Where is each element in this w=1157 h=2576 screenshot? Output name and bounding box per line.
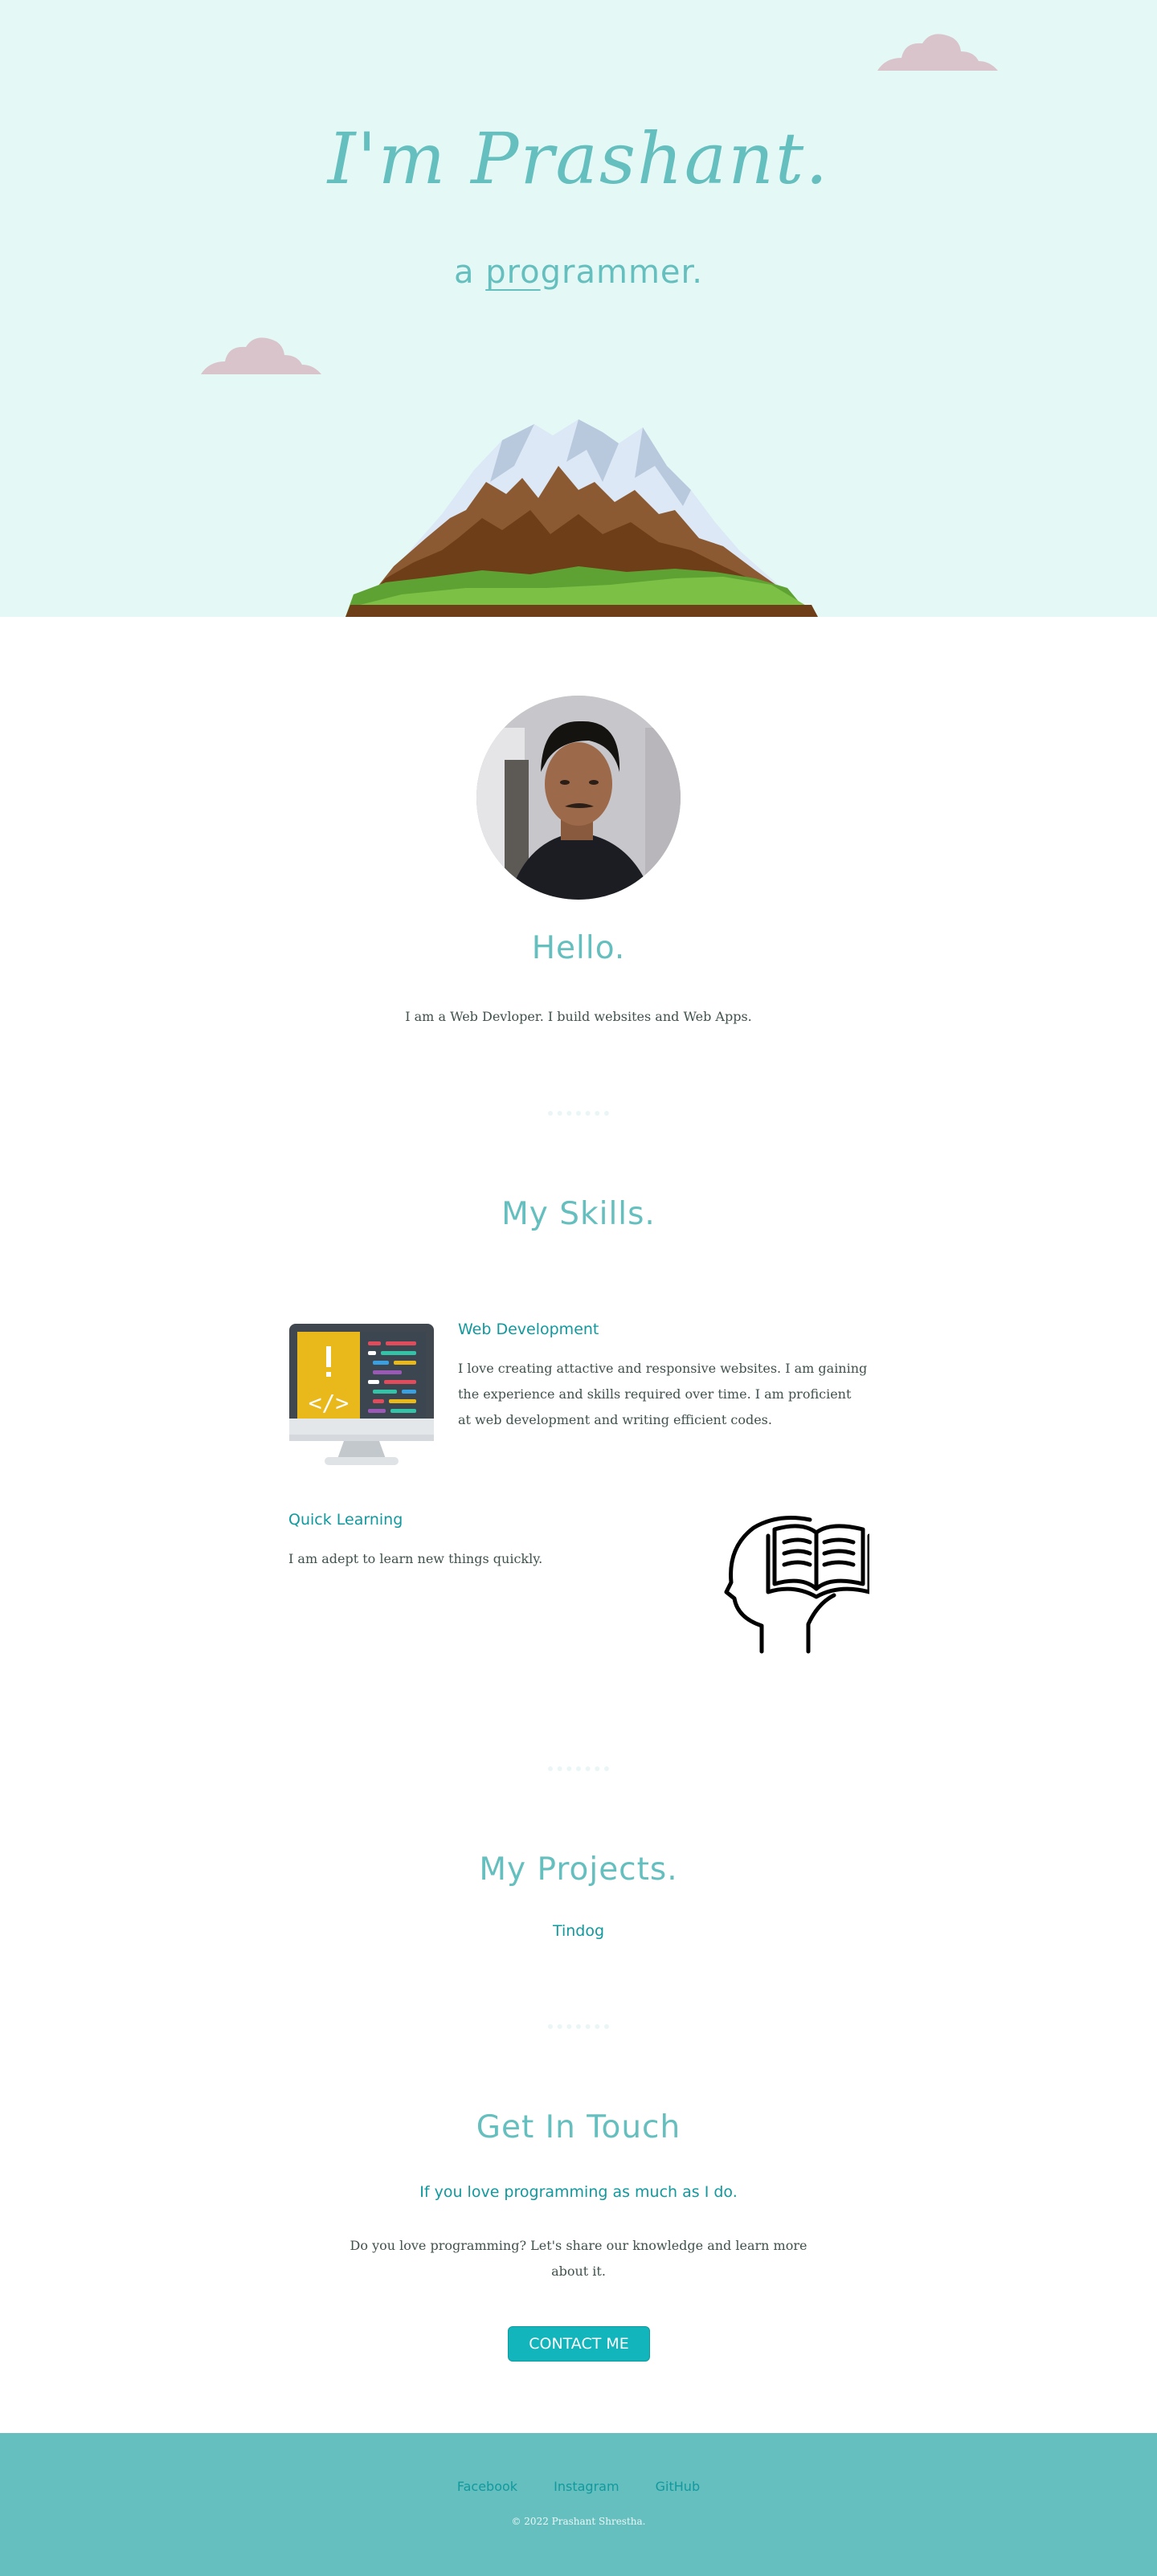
projects-heading: My Projects.: [479, 1851, 678, 1888]
skill-text-web-development: I love creating attactive and responsive…: [458, 1361, 868, 1427]
cloud-image: [201, 337, 321, 374]
footer-links: Facebook Instagram GitHub: [0, 2479, 1157, 2494]
mountain-image: [345, 419, 818, 617]
skills-heading: My Skills.: [501, 1196, 656, 1232]
skill-title-quick-learning: Quick Learning: [288, 1511, 403, 1529]
profile-photo: [476, 696, 681, 900]
hero-title: I'm Prashant.: [327, 117, 830, 200]
facebook-link[interactable]: Facebook: [457, 2479, 517, 2494]
hero-section: I'm Prashant. a programmer.: [0, 0, 1157, 617]
subtitle-prefix: a: [453, 254, 486, 291]
subtitle-suffix: grammer.: [540, 254, 704, 291]
contact-subheading: If you love programming as much as I do.: [419, 2183, 738, 2201]
svg-text:</>: </>: [309, 1390, 350, 1416]
section-divider: [548, 1111, 609, 1116]
copyright-text: © 2022 Prashant Shrestha.: [511, 2516, 646, 2527]
hero-subtitle: a programmer.: [0, 254, 1157, 291]
github-link[interactable]: GitHub: [656, 2479, 700, 2494]
skill-title-web-development: Web Development: [458, 1321, 599, 1338]
cloud-image: [877, 34, 998, 71]
contact-heading: Get In Touch: [476, 2109, 681, 2145]
about-text: I am a Web Devloper. I build websites an…: [405, 1009, 752, 1024]
project-title[interactable]: Tindog: [0, 1922, 1157, 1940]
profile-photo-image: [476, 696, 681, 900]
footer: Facebook Instagram GitHub © 2022 Prashan…: [0, 2433, 1157, 2576]
instagram-link[interactable]: Instagram: [554, 2479, 619, 2494]
head-book-icon: [724, 1516, 869, 1654]
subtitle-underlined: pro: [485, 254, 541, 291]
contact-me-button[interactable]: CONTACT ME: [508, 2326, 650, 2362]
contact-text: Do you love programming? Let's share our…: [350, 2238, 807, 2279]
about-heading: Hello.: [531, 930, 626, 966]
computer-code-icon: </>: [289, 1324, 434, 1465]
section-divider: [548, 2024, 609, 2029]
skill-text-quick-learning: I am adept to learn new things quickly.: [288, 1551, 543, 1566]
section-divider: [548, 1766, 609, 1771]
